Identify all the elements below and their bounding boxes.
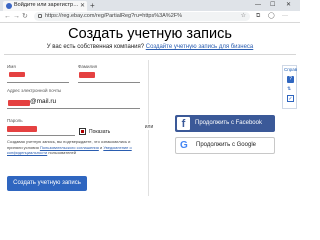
subtitle-text: У вас есть собственная компания? (46, 44, 145, 50)
url-text: https://reg.ebay.com/reg/PartialReg?ru=h… (45, 13, 183, 19)
email-redacted (8, 100, 30, 106)
terms-notice: Создавая учетную запись, вы подтверждает… (7, 139, 140, 156)
continue-google-button[interactable]: G Продолжить с Google (175, 137, 275, 154)
business-account-link[interactable]: Создайте учетную запись для бизнеса (146, 44, 254, 50)
collections-icon[interactable]: ⧉ (256, 12, 260, 21)
last-name-label: Фамилия (78, 64, 98, 69)
first-name-redacted (9, 72, 25, 77)
lock-icon (38, 14, 42, 18)
help-label: Справ (284, 67, 298, 72)
last-name-redacted (79, 72, 95, 78)
help-widget[interactable]: Справ ? ⇅ ✓ (282, 65, 297, 109)
help-question-icon[interactable]: ? (287, 76, 294, 83)
ebay-favicon-icon (6, 3, 12, 9)
help-arrows-icon[interactable]: ⇅ (287, 86, 291, 92)
first-name-label: Имя (7, 64, 16, 69)
tab-bar: Войдите или зарегистр… ✕ + — ☐ ✕ (0, 0, 300, 11)
last-name-field[interactable] (78, 82, 140, 83)
create-account-button[interactable]: Создать учетную запись (7, 176, 87, 191)
facebook-button-label: Продолжить с Facebook (195, 120, 262, 126)
forward-arrow-icon[interactable]: → (13, 12, 20, 21)
menu-dots-icon[interactable]: ··· (282, 12, 288, 21)
user-agreement-link[interactable]: Пользовательского соглашения (40, 145, 99, 150)
reload-icon[interactable]: ↻ (22, 12, 28, 21)
close-window-button[interactable]: ✕ (286, 0, 291, 10)
page-title: Создать учетную запись (68, 26, 232, 42)
help-check-icon[interactable]: ✓ (287, 95, 294, 102)
address-toolbar: ← → ↻ https://reg.ebay.com/reg/PartialRe… (0, 11, 300, 23)
or-separator: или (139, 124, 159, 130)
password-label: Пароль (7, 118, 23, 123)
address-bar[interactable]: https://reg.ebay.com/reg/PartialReg?ru=h… (34, 12, 250, 21)
show-password-checkbox[interactable] (79, 128, 86, 135)
terms-and: и (99, 144, 103, 150)
continue-facebook-button[interactable]: f Продолжить с Facebook (175, 115, 275, 132)
email-domain: @mail.ru (30, 98, 57, 105)
google-icon: G (180, 140, 188, 151)
new-tab-button[interactable]: + (90, 1, 95, 10)
back-arrow-icon[interactable]: ← (4, 12, 11, 21)
show-password-label: Показать (89, 129, 111, 135)
facebook-icon: f (177, 117, 190, 130)
minimize-button[interactable]: — (255, 0, 261, 10)
bookmark-star-icon[interactable]: ☆ (241, 12, 246, 21)
email-field[interactable] (7, 108, 140, 109)
maximize-button[interactable]: ☐ (270, 0, 275, 10)
tab-title: Войдите или зарегистр… (14, 2, 79, 8)
google-button-label: Продолжить с Google (196, 142, 256, 148)
email-label: Адрес электронной почты (7, 88, 62, 93)
browser-window: Войдите или зарегистр… ✕ + — ☐ ✕ ← → ↻ h… (0, 0, 300, 201)
header-divider (4, 54, 296, 55)
profile-icon[interactable]: ◯ (268, 12, 275, 21)
terms-tail: пользователей (48, 150, 76, 155)
password-redacted (7, 126, 37, 132)
browser-tab[interactable]: Войдите или зарегистр… ✕ (3, 1, 87, 11)
password-field[interactable] (7, 135, 75, 136)
tab-close-icon[interactable]: ✕ (80, 2, 85, 9)
business-account-prompt: У вас есть собственная компания? Создайт… (0, 44, 300, 50)
first-name-field[interactable] (7, 82, 69, 83)
